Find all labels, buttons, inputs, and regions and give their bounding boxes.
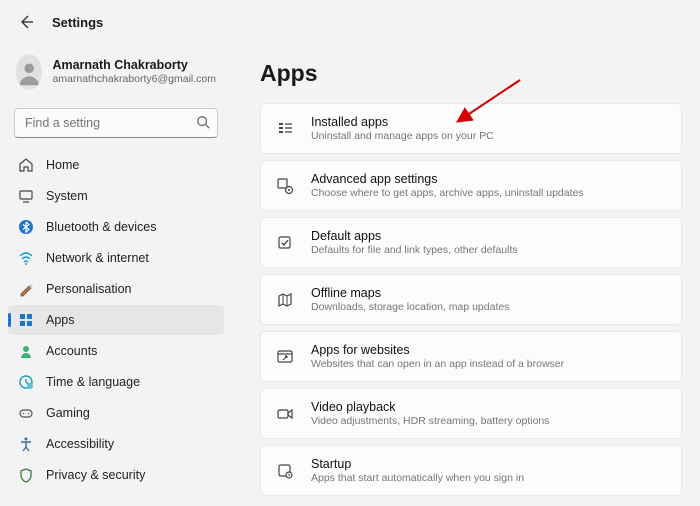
sidebar-item-label: Bluetooth & devices <box>46 220 157 234</box>
back-button[interactable] <box>14 10 38 34</box>
bluetooth-icon <box>18 219 34 235</box>
sidebar-item-label: Time & language <box>46 375 140 389</box>
card-title: Advanced app settings <box>311 172 584 186</box>
card-title: Installed apps <box>311 115 494 129</box>
card-title: Startup <box>311 457 524 471</box>
card-title: Default apps <box>311 229 518 243</box>
window-title: Settings <box>52 15 103 30</box>
card-subtitle: Downloads, storage location, map updates <box>311 301 509 313</box>
card-default-apps[interactable]: Default appsDefaults for file and link t… <box>260 217 682 268</box>
privacy-icon <box>18 467 34 483</box>
card-subtitle: Choose where to get apps, archive apps, … <box>311 187 584 199</box>
sidebar-item-label: Personalisation <box>46 282 131 296</box>
sidebar-item-label: Network & internet <box>46 251 149 265</box>
back-arrow-icon <box>18 14 34 30</box>
settings-cards: Installed appsUninstall and manage apps … <box>260 103 682 496</box>
sidebar-item-label: Gaming <box>46 406 90 420</box>
home-icon <box>18 157 34 173</box>
card-apps-for-websites[interactable]: Apps for websitesWebsites that can open … <box>260 331 682 382</box>
page-heading: Apps <box>260 60 682 87</box>
sidebar-item-label: Accounts <box>46 344 97 358</box>
card-subtitle: Uninstall and manage apps on your PC <box>311 130 494 142</box>
card-installed-apps[interactable]: Installed appsUninstall and manage apps … <box>260 103 682 154</box>
card-title: Apps for websites <box>311 343 564 357</box>
card-advanced-app-settings[interactable]: Advanced app settingsChoose where to get… <box>260 160 682 211</box>
sidebar-item-accessibility[interactable]: Accessibility <box>8 429 224 459</box>
gaming-icon <box>18 405 34 421</box>
accounts-icon <box>18 343 34 359</box>
personalise-icon <box>18 281 34 297</box>
maps-icon <box>275 290 295 310</box>
search-icon <box>196 115 210 134</box>
user-email: amarnathchakraborty6@gmail.com <box>52 73 216 86</box>
card-subtitle: Video adjustments, HDR streaming, batter… <box>311 415 550 427</box>
sidebar-item-label: Apps <box>46 313 75 327</box>
nav-list: Home System Bluetooth & devices Network & i… <box>8 150 224 490</box>
sidebar-item-home[interactable]: Home <box>8 150 224 180</box>
card-title: Video playback <box>311 400 550 414</box>
system-icon <box>18 188 34 204</box>
sidebar-item-personalisation[interactable]: Personalisation <box>8 274 224 304</box>
sidebar-item-apps[interactable]: Apps <box>8 305 224 335</box>
sidebar-item-system[interactable]: System <box>8 181 224 211</box>
card-subtitle: Defaults for file and link types, other … <box>311 244 518 256</box>
sidebar-item-privacy-security[interactable]: Privacy & security <box>8 460 224 490</box>
card-video-playback[interactable]: Video playbackVideo adjustments, HDR str… <box>260 388 682 439</box>
card-startup[interactable]: StartupApps that start automatically whe… <box>260 445 682 496</box>
sidebar-item-label: System <box>46 189 88 203</box>
advanced-icon <box>275 176 295 196</box>
avatar <box>16 54 42 90</box>
websites-icon <box>275 347 295 367</box>
search-input[interactable] <box>14 108 218 138</box>
user-name: Amarnath Chakraborty <box>52 58 216 73</box>
default-icon <box>275 233 295 253</box>
card-subtitle: Apps that start automatically when you s… <box>311 472 524 484</box>
sidebar-item-label: Privacy & security <box>46 468 145 482</box>
time-icon <box>18 374 34 390</box>
sidebar-item-bluetooth-devices[interactable]: Bluetooth & devices <box>8 212 224 242</box>
sidebar-item-network-internet[interactable]: Network & internet <box>8 243 224 273</box>
sidebar: Amarnath Chakraborty amarnathchakraborty… <box>0 40 232 506</box>
installed-icon <box>275 119 295 139</box>
sidebar-item-label: Home <box>46 158 79 172</box>
video-icon <box>275 404 295 424</box>
sidebar-item-accounts[interactable]: Accounts <box>8 336 224 366</box>
sidebar-item-gaming[interactable]: Gaming <box>8 398 224 428</box>
card-title: Offline maps <box>311 286 509 300</box>
wifi-icon <box>18 250 34 266</box>
startup-icon <box>275 461 295 481</box>
sidebar-item-time-language[interactable]: Time & language <box>8 367 224 397</box>
card-subtitle: Websites that can open in an app instead… <box>311 358 564 370</box>
user-block[interactable]: Amarnath Chakraborty amarnathchakraborty… <box>8 48 224 102</box>
accessibility-icon <box>18 436 34 452</box>
sidebar-item-label: Accessibility <box>46 437 114 451</box>
main-panel: Apps Installed appsUninstall and manage … <box>232 40 700 506</box>
card-offline-maps[interactable]: Offline mapsDownloads, storage location,… <box>260 274 682 325</box>
apps-icon <box>18 312 34 328</box>
